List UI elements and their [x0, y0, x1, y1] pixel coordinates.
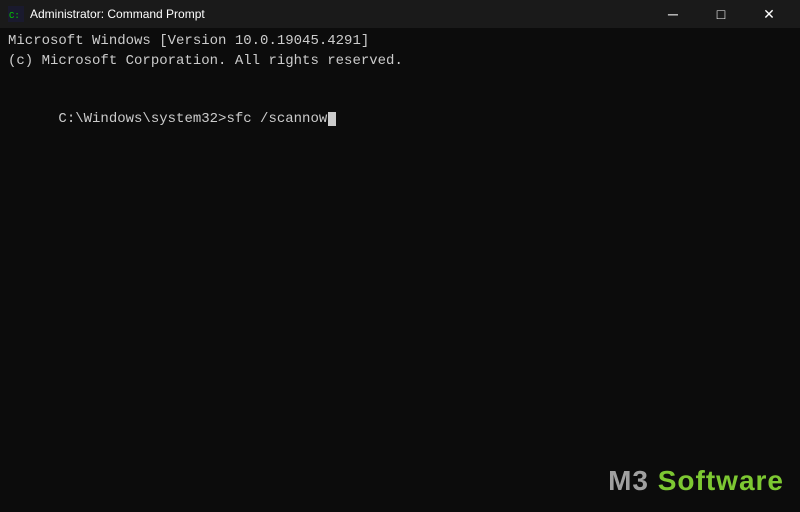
minimize-button[interactable]: ─ [650, 0, 696, 28]
title-bar-text: Administrator: Command Prompt [30, 7, 205, 21]
cmd-window: C: Administrator: Command Prompt ─ □ ✕ M… [0, 0, 800, 512]
terminal-line-1: Microsoft Windows [Version 10.0.19045.42… [8, 32, 792, 52]
maximize-button[interactable]: □ [698, 0, 744, 28]
terminal-line-3 [8, 71, 792, 91]
cursor [328, 112, 336, 126]
watermark: M3 Software [608, 461, 784, 500]
cmd-icon: C: [8, 6, 24, 22]
close-button[interactable]: ✕ [746, 0, 792, 28]
title-bar-controls: ─ □ ✕ [650, 0, 792, 28]
watermark-m3: M3 [608, 465, 658, 496]
terminal-line-4: C:\Windows\system32>sfc /scannow [8, 91, 792, 150]
terminal-line-2: (c) Microsoft Corporation. All rights re… [8, 52, 792, 72]
title-bar: C: Administrator: Command Prompt ─ □ ✕ [0, 0, 800, 28]
watermark-software: Software [658, 465, 784, 496]
terminal-body[interactable]: Microsoft Windows [Version 10.0.19045.42… [0, 28, 800, 512]
svg-text:C:: C: [9, 11, 20, 21]
